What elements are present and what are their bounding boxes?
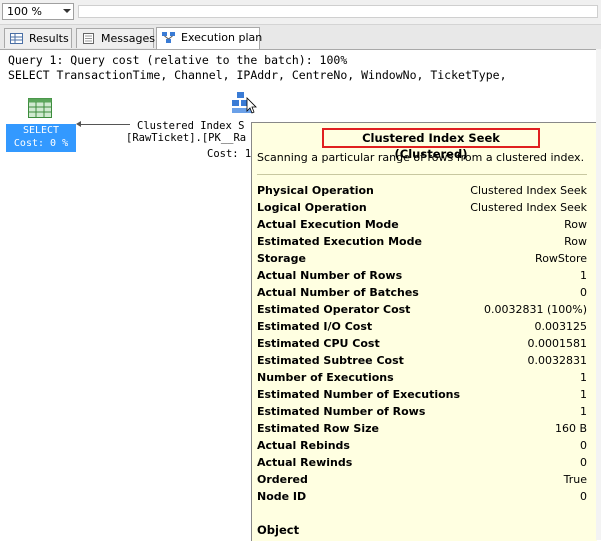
property-value: RowStore — [535, 252, 587, 265]
property-value: 1 — [580, 371, 587, 384]
tab-results-label: Results — [29, 32, 69, 45]
document-icon — [83, 33, 94, 44]
select-node-title: SELECT — [22, 125, 60, 136]
property-name: Actual Execution Mode — [257, 218, 399, 231]
tooltip-property-row: Logical Operation Clustered Index Seek — [257, 200, 587, 217]
property-value: Row — [564, 218, 587, 231]
tooltip-property-row: Actual Rewinds 0 — [257, 455, 587, 472]
tooltip-property-row: Actual Number of Batches 0 — [257, 285, 587, 302]
tooltip-property-row: Estimated CPU Cost 0.0001581 — [257, 336, 587, 353]
clustered-index-seek-icon[interactable] — [230, 92, 258, 114]
tooltip-property-row: Node ID 0 — [257, 489, 587, 506]
tooltip-property-row: Estimated Subtree Cost 0.0032831 — [257, 353, 587, 370]
tooltip-object-heading: Object — [257, 523, 300, 537]
property-name: Estimated Operator Cost — [257, 303, 411, 316]
property-value: 160 B — [554, 422, 587, 435]
flow-arrow-line — [80, 124, 130, 125]
query-sql-line: SELECT TransactionTime, Channel, IPAddr,… — [8, 68, 507, 82]
tab-messages[interactable]: Messages — [76, 28, 155, 48]
property-value: 1 — [580, 405, 587, 418]
tooltip-property-row: Storage RowStore — [257, 251, 587, 268]
select-operator-icon[interactable] — [28, 98, 52, 118]
select-node-cost: Cost: 0 % — [13, 138, 69, 149]
property-value: 0 — [580, 456, 587, 469]
tooltip-property-row: Estimated Operator Cost 0.0032831 (100%) — [257, 302, 587, 319]
select-node-label[interactable]: SELECT Cost: 0 % — [6, 124, 76, 152]
property-name: Actual Rebinds — [257, 439, 350, 452]
property-name: Estimated Row Size — [257, 422, 379, 435]
zoom-combobox[interactable]: 100 % — [2, 3, 74, 20]
property-value: 0.0032831 (100%) — [483, 303, 587, 316]
grid-icon — [10, 33, 23, 44]
property-name: Estimated CPU Cost — [257, 337, 380, 350]
tooltip-description: Scanning a particular range of rows from… — [257, 151, 585, 164]
tooltip-property-row: Actual Execution Mode Row — [257, 217, 587, 234]
tab-messages-label: Messages — [101, 32, 155, 45]
seek-node-title-part1: Clustered Index S — [137, 120, 245, 132]
tooltip-property-row: Number of Executions 1 — [257, 370, 587, 387]
property-name: Actual Number of Batches — [257, 286, 419, 299]
property-value: True — [563, 473, 587, 486]
results-tabbar: Results Messages Execution plan — [0, 25, 601, 50]
seek-node-object: [RawTicket].[PK__Ra — [126, 132, 247, 144]
execution-plan-icon — [162, 32, 175, 43]
zoom-value: 100 % — [7, 5, 42, 18]
property-name: Estimated Subtree Cost — [257, 354, 404, 367]
zoom-toolbar: 100 % — [0, 0, 601, 25]
tooltip-property-row: Actual Rebinds 0 — [257, 438, 587, 455]
tooltip-property-row: Estimated Row Size 160 B — [257, 421, 587, 438]
property-name: Estimated I/O Cost — [257, 320, 373, 333]
tab-execution-plan-label: Execution plan — [181, 31, 263, 44]
tooltip-property-row: Estimated Execution Mode Row — [257, 234, 587, 251]
property-value: 0.0032831 — [527, 354, 588, 367]
property-value: Row — [564, 235, 587, 248]
property-name: Actual Rewinds — [257, 456, 353, 469]
tooltip-property-row: Estimated Number of Rows 1 — [257, 404, 587, 421]
property-value: 0.003125 — [534, 320, 588, 333]
tab-execution-plan[interactable]: Execution plan — [156, 27, 263, 49]
property-name: Storage — [257, 252, 306, 265]
property-value: 1 — [580, 388, 587, 401]
tooltip-divider — [257, 174, 587, 175]
property-name: Number of Executions — [257, 371, 394, 384]
tooltip-property-row: Estimated I/O Cost 0.003125 — [257, 319, 587, 336]
property-name: Ordered — [257, 473, 308, 486]
property-value: Clustered Index Seek — [470, 184, 587, 197]
seek-node-title[interactable]: Clustered Index S — [137, 120, 244, 132]
tab-results[interactable]: Results — [4, 28, 72, 48]
property-name: Actual Number of Rows — [257, 269, 403, 282]
property-value: 1 — [580, 269, 587, 282]
property-value: 0 — [580, 286, 587, 299]
property-value: 0 — [580, 490, 587, 503]
property-value: 0.0001581 — [527, 337, 588, 350]
tooltip-property-row: Actual Number of Rows 1 — [257, 268, 587, 285]
tooltip-property-row: Estimated Number of Executions 1 — [257, 387, 587, 404]
operator-tooltip: Clustered Index Seek (Clustered) Scannin… — [251, 122, 597, 541]
horizontal-scrollbar[interactable] — [78, 5, 598, 18]
property-name: Physical Operation — [257, 184, 374, 197]
seek-node-cost: Cost: 1 — [207, 148, 252, 160]
tooltip-title: Clustered Index Seek (Clustered) — [322, 128, 540, 161]
property-name: Node ID — [257, 490, 307, 503]
tooltip-property-row: Ordered True — [257, 472, 587, 489]
chevron-down-icon[interactable] — [63, 9, 71, 13]
property-name: Estimated Execution Mode — [257, 235, 422, 248]
vertical-scrollbar[interactable] — [596, 49, 601, 540]
tooltip-property-row: Physical Operation Clustered Index Seek — [257, 183, 587, 200]
query-cost-line: Query 1: Query cost (relative to the bat… — [8, 53, 348, 67]
property-value: 0 — [580, 439, 587, 452]
property-name: Estimated Number of Executions — [257, 388, 461, 401]
property-name: Logical Operation — [257, 201, 367, 214]
property-value: Clustered Index Seek — [470, 201, 587, 214]
property-name: Estimated Number of Rows — [257, 405, 426, 418]
